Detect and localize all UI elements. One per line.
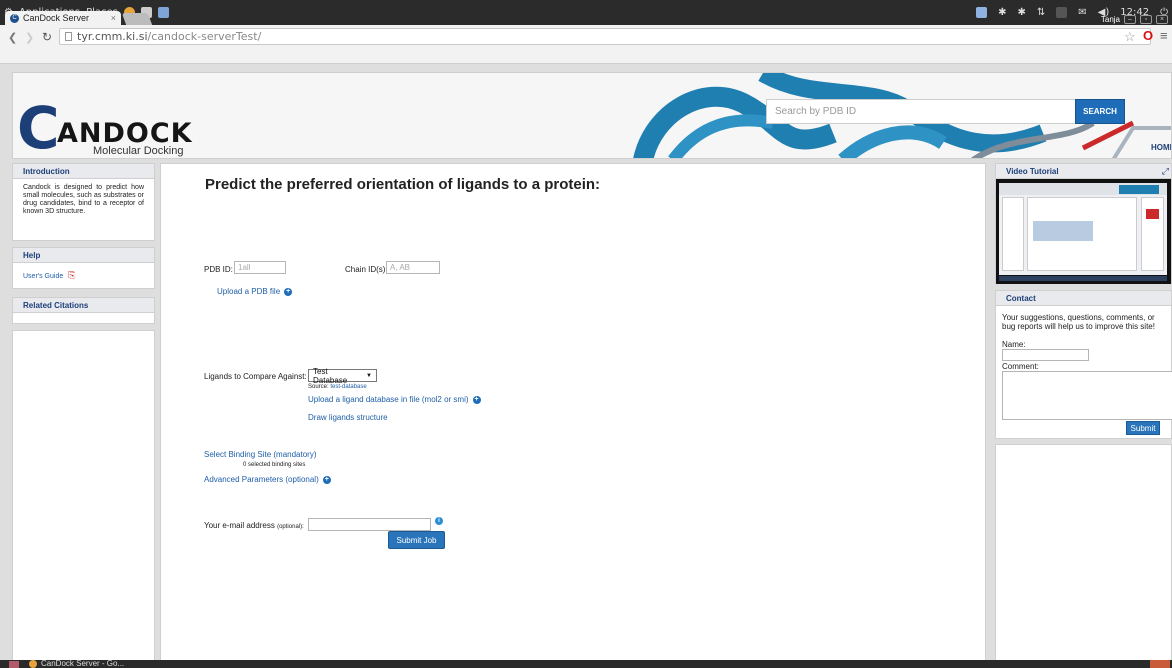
email-label: Your e-mail address (optional):	[204, 521, 304, 530]
new-tab-button[interactable]	[121, 13, 153, 25]
reload-icon[interactable]: ↻	[42, 30, 52, 44]
citations-panel: Related Citations	[12, 297, 155, 324]
dropbox-sync-icon[interactable]: ✱	[1017, 7, 1025, 18]
taskbar-window-item[interactable]: CanDock Server - Go...	[29, 660, 124, 668]
upload-ligand-link[interactable]: Upload a ligand database in file (mol2 o…	[308, 395, 481, 404]
bookmark-star-icon[interactable]: ☆	[1124, 29, 1136, 45]
browser-toolbar: ❮ ❯ ↻ tyr.cmm.ki.si/candock-serverTest/ …	[0, 25, 1172, 64]
expand-plus-icon: +	[284, 287, 293, 296]
browser-tab[interactable]: C CanDock Server ×	[5, 11, 121, 25]
help-heading: Help	[13, 248, 154, 263]
page-title: Predict the preferred orientation of lig…	[205, 176, 601, 193]
video-tutorial-panel: Video Tutorial ⤢	[995, 163, 1172, 284]
ligands-selected-value: Test Database	[313, 366, 348, 385]
page-icon	[65, 32, 72, 41]
source-link[interactable]: test-database	[330, 384, 366, 390]
workspace-switcher-icon[interactable]	[1150, 660, 1170, 668]
candock-favicon-icon: C	[10, 13, 19, 23]
ligands-label: Ligands to Compare Against:	[204, 372, 307, 381]
info-icon[interactable]: i	[435, 517, 443, 525]
contact-text: Your suggestions, questions, comments, o…	[1002, 313, 1155, 331]
address-bar[interactable]: tyr.cmm.ki.si/candock-serverTest/	[59, 28, 1151, 45]
url-host: tyr.cmm.ki.si	[77, 30, 148, 43]
contact-panel: Contact Your suggestions, questions, com…	[995, 290, 1172, 439]
upload-pdb-link[interactable]: Upload a PDB file +	[217, 287, 293, 296]
users-guide-link[interactable]: User's Guide	[23, 273, 63, 280]
close-window-button[interactable]: ×	[1156, 14, 1168, 24]
pdb-id-input[interactable]: 1all	[234, 261, 286, 274]
chat-tray-icon[interactable]	[976, 6, 988, 18]
binding-site-link[interactable]: Select Binding Site (mandatory)	[204, 450, 317, 459]
submit-job-button[interactable]: Submit Job	[388, 531, 445, 549]
binding-site-count: 0 selected binding sites	[243, 462, 306, 468]
video-player[interactable]	[996, 179, 1171, 284]
fullscreen-expand-icon[interactable]: ⤢	[1162, 166, 1169, 177]
introduction-text: Candock is designed to predict how small…	[23, 184, 144, 215]
mail-icon[interactable]: ✉	[1078, 7, 1086, 18]
introduction-heading: Introduction	[13, 164, 154, 179]
keyboard-layout-icon[interactable]	[1056, 6, 1068, 18]
taskbar-window-title: CanDock Server - Go...	[41, 659, 125, 668]
bottom-taskbar	[0, 660, 1172, 668]
pdf-icon: ⎘	[68, 270, 76, 280]
video-tutorial-heading: Video Tutorial	[996, 164, 1171, 179]
left-empty-panel	[12, 330, 155, 660]
logo-subtitle: Molecular Docking	[93, 145, 184, 157]
right-empty-panel	[995, 444, 1172, 660]
search-placeholder: Search by PDB ID	[775, 106, 857, 117]
tab-title: CanDock Server	[23, 13, 90, 23]
dropdown-arrow-icon: ▼	[366, 372, 372, 379]
tab-close-icon[interactable]: ×	[111, 13, 116, 23]
minimize-button[interactable]: –	[1124, 14, 1136, 24]
comment-label: Comment:	[1002, 362, 1039, 371]
chain-id-input[interactable]: A, AB	[386, 261, 440, 274]
site-banner: C ANDOCK Molecular Docking Search by PDB…	[12, 72, 1172, 159]
citations-heading: Related Citations	[13, 298, 154, 313]
screenshot-launcher-icon[interactable]	[157, 6, 169, 18]
chrome-icon	[29, 660, 37, 668]
browser-menu-icon[interactable]: ≡	[1160, 28, 1168, 43]
source-info: Source: test-database	[308, 384, 367, 390]
advanced-parameters-link[interactable]: Advanced Parameters (optional) +	[204, 475, 331, 484]
comment-textarea[interactable]	[1002, 371, 1172, 420]
home-link[interactable]: HOME	[1151, 143, 1171, 152]
contact-heading: Contact	[996, 291, 1171, 306]
extension-icon[interactable]: O	[1143, 28, 1153, 43]
ligands-select[interactable]: Test Database ▼	[308, 366, 377, 385]
user-name[interactable]: Tanja	[1101, 15, 1120, 24]
show-desktop-icon[interactable]	[9, 661, 19, 668]
introduction-panel: Introduction Candock is designed to pred…	[12, 163, 155, 241]
dropbox-icon[interactable]: ✱	[998, 7, 1006, 18]
name-label: Name:	[1002, 340, 1026, 349]
expand-plus-icon: +	[472, 395, 481, 404]
network-icon[interactable]: ⇅	[1037, 7, 1045, 18]
back-icon[interactable]: ❮	[8, 31, 17, 44]
draw-ligands-link[interactable]: Draw ligands structure	[308, 413, 388, 422]
video-taskbar	[999, 276, 1167, 281]
forward-icon[interactable]: ❯	[25, 31, 34, 44]
help-panel: Help User's Guide ⎘	[12, 247, 155, 289]
logo-letter: C	[17, 94, 60, 159]
pdb-search-input[interactable]: Search by PDB ID	[766, 99, 1076, 124]
name-input[interactable]	[1002, 349, 1089, 361]
maximize-button[interactable]: ▫	[1140, 14, 1152, 24]
chain-id-placeholder: A, AB	[390, 263, 411, 272]
main-form-panel: Predict the preferred orientation of lig…	[160, 163, 986, 660]
email-input[interactable]	[308, 518, 431, 531]
web-page: C ANDOCK Molecular Docking Search by PDB…	[0, 64, 1172, 660]
pdb-id-label: PDB ID:	[204, 265, 233, 274]
chain-id-label: Chain ID(s):	[345, 265, 388, 274]
window-controls: Tanja – ▫ ×	[1101, 13, 1168, 25]
video-thumbnail	[999, 183, 1167, 275]
search-button[interactable]: SEARCH	[1075, 99, 1125, 124]
url-path: /candock-serverTest/	[147, 30, 262, 43]
contact-submit-button[interactable]: Submit	[1126, 421, 1160, 435]
expand-plus-icon: +	[322, 475, 331, 484]
logo-wordmark: ANDOCK	[57, 118, 193, 149]
pdb-id-placeholder: 1all	[238, 263, 251, 272]
